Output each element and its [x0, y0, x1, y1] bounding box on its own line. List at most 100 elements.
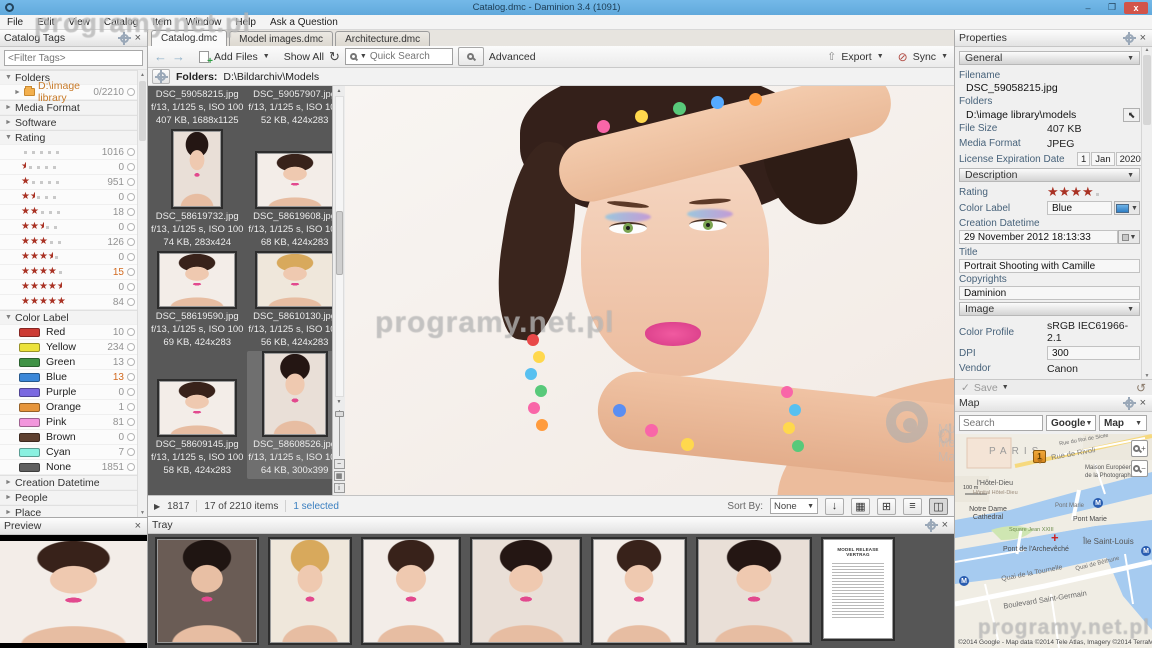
tag-filter-circle[interactable]	[127, 268, 135, 276]
tag-filter-circle[interactable]	[127, 433, 135, 441]
color-label-row-purple[interactable]: Purple0	[0, 385, 137, 400]
copyrights-input[interactable]: Daminion	[959, 286, 1140, 300]
tags-section-people[interactable]: ►People	[0, 490, 137, 505]
tag-filter-circle[interactable]	[127, 403, 135, 411]
tags-section-place[interactable]: ►Place	[0, 505, 137, 517]
tag-filter-circle[interactable]	[127, 178, 135, 186]
show-all-button[interactable]: Show All	[284, 51, 324, 63]
license-month[interactable]: Jan	[1091, 152, 1114, 166]
color-label-row-yellow[interactable]: Yellow234	[0, 340, 137, 355]
tag-filter-circle[interactable]	[127, 163, 135, 171]
tray-thumbnail[interactable]	[157, 539, 257, 643]
rating-row[interactable]: ★★★★★0	[0, 280, 137, 295]
color-label-dropdown[interactable]: ▼	[1114, 201, 1140, 215]
collapsed-icon[interactable]: ►	[5, 509, 15, 516]
menu-item-catalog[interactable]: Catalog	[97, 17, 145, 28]
tag-filter-circle[interactable]	[127, 193, 135, 201]
collapsed-icon[interactable]: ►	[5, 494, 15, 501]
tags-scrollbar[interactable]: ▲ ▼	[137, 70, 147, 517]
title-input[interactable]: Portrait Shooting with Camille	[959, 259, 1140, 273]
browser-item[interactable]: DSC_58619590.jpgf/13, 1/125 s, ISO 10069…	[150, 251, 244, 351]
tag-filter-circle[interactable]	[127, 208, 135, 216]
gear-icon[interactable]	[927, 521, 936, 530]
color-label-row-orange[interactable]: Orange1	[0, 400, 137, 415]
folders-value[interactable]: D:\image library\models	[959, 109, 1076, 122]
menu-item-window[interactable]: Window	[179, 17, 229, 28]
section-image[interactable]: Image▼	[959, 302, 1140, 316]
close-icon[interactable]: ×	[133, 520, 143, 532]
tags-section-media-format[interactable]: ►Media Format	[0, 100, 137, 115]
menu-item-file[interactable]: File	[0, 17, 30, 28]
rating-row[interactable]: ★★★126	[0, 235, 137, 250]
close-icon[interactable]: ×	[133, 32, 143, 44]
quick-search-input[interactable]	[370, 51, 448, 62]
browser-item[interactable]: DSC_58619732.jpgf/13, 1/125 s, ISO 10074…	[150, 129, 244, 251]
tag-filter-circle[interactable]	[127, 448, 135, 456]
current-folder-path[interactable]: D:\Bildarchiv\Models	[223, 71, 319, 83]
tag-filter-circle[interactable]	[127, 148, 135, 156]
expand-icon[interactable]: ▼	[5, 314, 15, 321]
tag-filter-circle[interactable]	[127, 283, 135, 291]
section-description[interactable]: Description▼	[959, 168, 1140, 182]
preview-image[interactable]	[0, 535, 147, 648]
tags-section-software[interactable]: ►Software	[0, 115, 137, 130]
scroll-down-icon[interactable]: ▼	[1145, 373, 1150, 379]
expand-icon[interactable]: ►	[14, 89, 24, 96]
scrollbar-thumb[interactable]	[336, 211, 343, 275]
list-view-button[interactable]: ≡	[903, 498, 922, 515]
rating-row[interactable]: ★★★★0	[0, 250, 137, 265]
tray-thumbnail[interactable]	[363, 539, 459, 643]
thumbnail-image[interactable]	[159, 381, 235, 435]
tag-filter-circle[interactable]	[127, 253, 135, 261]
browser-item[interactable]: DSC_59057907.jpgf/13, 1/125 s, ISO 10052…	[247, 86, 332, 129]
color-label-row-green[interactable]: Green13	[0, 355, 137, 370]
detail-view-button[interactable]: ◫	[929, 498, 948, 515]
creation-datetime-input[interactable]: 29 November 2012 18:13:33	[959, 230, 1118, 244]
color-label-row-blue[interactable]: Blue13	[0, 370, 137, 385]
collapsed-icon[interactable]: ►	[5, 104, 15, 111]
minimize-button[interactable]: –	[1076, 2, 1100, 14]
tag-filter-circle[interactable]	[127, 463, 135, 471]
rating-row[interactable]: 1016	[0, 145, 137, 160]
thumbnail-image[interactable]	[264, 353, 326, 435]
menu-item-view[interactable]: View	[61, 17, 97, 28]
browser-item[interactable]: DSC_58610130.jpgf/13, 1/125 s, ISO 10056…	[247, 251, 332, 351]
collapsed-icon[interactable]: ►	[5, 119, 15, 126]
tray-thumbnail[interactable]	[593, 539, 685, 643]
scroll-down-icon[interactable]: ▼	[140, 508, 145, 517]
forward-button[interactable]: →	[172, 50, 185, 63]
tag-filter-circle[interactable]	[127, 388, 135, 396]
gear-icon[interactable]	[1125, 399, 1134, 408]
tray-thumbnail[interactable]	[270, 539, 350, 643]
rating-row[interactable]: ★★★★★84	[0, 295, 137, 310]
back-button[interactable]: ←	[154, 50, 167, 63]
collapsed-icon[interactable]: ►	[5, 479, 15, 486]
expand-icon[interactable]: ▼	[5, 134, 15, 141]
advanced-search-link[interactable]: Advanced	[489, 51, 536, 63]
tab-catalog-dmc[interactable]: Catalog.dmc	[151, 30, 227, 46]
map-provider-select[interactable]: Google▼	[1046, 415, 1096, 431]
map-mode-select[interactable]: Map▼	[1099, 415, 1147, 431]
zoom-out-button[interactable]: −	[334, 459, 345, 469]
thumbnail-image[interactable]	[159, 253, 235, 307]
tab-architecture-dmc[interactable]: Architecture.dmc	[335, 31, 430, 46]
refresh-icon[interactable]: ↻	[329, 49, 340, 65]
gear-icon[interactable]	[120, 34, 129, 43]
quick-search-box[interactable]: ▼	[345, 48, 453, 65]
rating-row[interactable]: ★★★★15	[0, 265, 137, 280]
license-day[interactable]: 1	[1077, 152, 1090, 166]
tray-document-thumbnail[interactable]: MODEL RELEASE VERTRAG	[823, 539, 893, 639]
rating-row[interactable]: ★0	[0, 160, 137, 175]
map-search-input[interactable]	[959, 415, 1043, 431]
tag-filter-circle[interactable]	[127, 298, 135, 306]
browser-item[interactable]: DSC_58619608.jpgf/13, 1/125 s, ISO 10068…	[247, 129, 332, 251]
close-button[interactable]: x	[1124, 2, 1148, 14]
image-viewer[interactable]: daminion® Multi-user Media Management pr…	[345, 86, 954, 495]
tag-filter-circle[interactable]	[127, 418, 135, 426]
grid-view-button[interactable]: ▦	[334, 471, 345, 481]
browser-item[interactable]: DSC_59058215.jpgf/13, 1/125 s, ISO 10040…	[150, 86, 244, 129]
sort-direction-button[interactable]: ↓	[825, 498, 844, 515]
sync-button[interactable]: Sync	[913, 51, 936, 63]
scroll-down-icon[interactable]: ▼	[337, 397, 342, 407]
tags-section-color-label[interactable]: ▼ Color Label	[0, 310, 137, 325]
